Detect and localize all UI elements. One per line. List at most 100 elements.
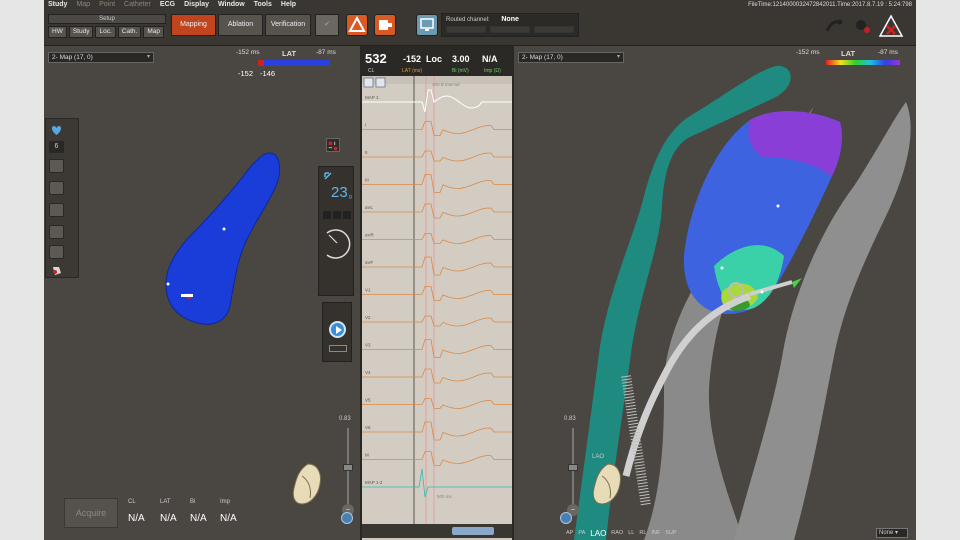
channel-label[interactable]: V2 (365, 315, 371, 320)
file-time-readout: FileTime:1214000032472842011.Time:2017.8… (748, 2, 912, 8)
metric-imp-label: Imp (220, 499, 231, 505)
menu-window[interactable]: Window (218, 1, 245, 12)
point-metrics: CL N/A LAT N/A Bi N/A Imp N/A (128, 499, 258, 529)
alert-triangle-icon[interactable] (346, 14, 368, 36)
mapping-mode-button[interactable]: Mapping (171, 14, 216, 36)
subtab-study[interactable]: Study (68, 26, 94, 38)
right-zoom-slider[interactable]: 0.83 − (564, 416, 580, 516)
left-map-viewport[interactable]: 2- Map (17, 0) ▾ -152 ms LAT -87 ms -152… (44, 46, 360, 540)
view-preset-pa[interactable]: PA (578, 530, 585, 536)
channel-label[interactable]: I (365, 123, 366, 128)
right-map-selector[interactable]: 2- Map (17, 0) ▾ (518, 52, 624, 63)
heart-orientation-icon[interactable] (588, 460, 628, 508)
channel-label[interactable]: V1 (365, 288, 371, 293)
scrollbar-thumb[interactable] (452, 527, 494, 535)
right-map-viewport[interactable]: 2- Map (17, 0) ▾ -152 ms LAT -87 ms 0.83… (514, 46, 916, 540)
view-preset-rl[interactable]: RL (639, 530, 646, 536)
metric-cl-label: CL (128, 499, 136, 505)
acquire-button[interactable]: Acquire (64, 498, 118, 528)
bipolar-label: Bi (mV) (452, 68, 469, 74)
slider-knob[interactable] (343, 464, 353, 471)
channel-label[interactable]: V5 (365, 398, 371, 403)
menu-point[interactable]: Point (99, 1, 115, 12)
expand-icon[interactable] (363, 77, 374, 88)
menu-tools[interactable]: Tools (254, 1, 272, 12)
channel-label[interactable]: V3 (365, 343, 371, 348)
arrow-up-left-icon[interactable] (323, 171, 333, 181)
menu-ecg[interactable]: ECG (160, 1, 175, 12)
screen-display-icon[interactable] (416, 14, 438, 36)
subtab-cath[interactable]: Cath. (117, 26, 142, 38)
lat-color-bar[interactable] (826, 60, 900, 65)
rotation-control-panel: 23 g (318, 166, 354, 296)
electrogram-header: 532 -152 Loc 3.00 N/A CL LAT (ms) Bi (mV… (362, 46, 512, 76)
top-toolbar: Study Map Point Catheter ECG Display Win… (44, 0, 916, 46)
routed-channel-value[interactable]: None (501, 16, 519, 23)
view-preset-lao[interactable]: LAO (590, 529, 606, 538)
record-icon[interactable] (374, 14, 396, 36)
view-reset-button[interactable] (341, 512, 353, 524)
view-reset-button[interactable] (560, 512, 572, 524)
menu-display[interactable]: Display (184, 1, 209, 12)
rotation-dial-icon[interactable] (321, 225, 353, 261)
metric-lat-value: N/A (160, 513, 177, 524)
channel-label[interactable]: II (365, 150, 368, 155)
menu-study[interactable]: Study (48, 1, 67, 12)
channel-label[interactable]: III (365, 178, 369, 183)
electrogram-scrollbar[interactable] (362, 524, 512, 538)
view-preset-sup[interactable]: SUP (665, 530, 676, 536)
overlay-selector[interactable]: None ▾ (876, 528, 908, 538)
lat-min-label: -152 ms (796, 49, 820, 56)
slider-knob[interactable] (568, 464, 578, 471)
channel-label[interactable]: aVR (365, 233, 375, 238)
routed-slot[interactable] (446, 26, 486, 33)
channel-label[interactable]: aVL (365, 205, 374, 210)
subtab-hw[interactable]: HW (48, 26, 67, 38)
view-preset-inf[interactable]: INF (651, 530, 660, 536)
right-map-selector-text: 2- Map (17, 0) (522, 54, 563, 61)
routed-slot[interactable] (534, 26, 574, 33)
routed-slot[interactable] (490, 26, 530, 33)
setup-subtabs: HW Study Loc. Cath. Map (48, 26, 164, 38)
catheter-status-icon[interactable] (824, 16, 844, 36)
warning-icon[interactable] (878, 14, 904, 38)
electrogram-panel: 532 -152 Loc 3.00 N/A CL LAT (ms) Bi (mV… (360, 46, 514, 540)
lat-label: LAT (ms) (402, 68, 423, 74)
channel-label[interactable]: MAP 1 (365, 95, 379, 100)
menu-map[interactable]: Map (76, 1, 90, 12)
carto-app-window: Study Map Point Catheter ECG Display Win… (44, 0, 916, 540)
collapse-icon[interactable] (375, 77, 386, 88)
channel-label[interactable]: aVF (365, 260, 374, 265)
interval-note: 100 B interval (432, 82, 460, 87)
menu-help[interactable]: Help (281, 1, 296, 12)
map-grid-icon[interactable] (326, 138, 340, 152)
zoom-value: 0.83 (564, 416, 576, 422)
heart-orientation-icon[interactable] (288, 460, 328, 508)
view-preset-ll[interactable]: LL (628, 530, 634, 536)
playback-mode-toggle[interactable] (329, 345, 347, 352)
play-button[interactable] (329, 321, 346, 338)
chevron-down-icon: ▾ (616, 54, 620, 60)
subtab-map[interactable]: Map (143, 26, 164, 38)
metric-imp: Imp N/A (220, 499, 250, 524)
channel-label[interactable]: MAP 1-2 (365, 480, 383, 485)
view-preset-rao[interactable]: RAO (611, 530, 623, 536)
impedance-label: Imp (Ω) (484, 68, 501, 74)
channel-label[interactable]: V4 (365, 370, 371, 375)
cycle-length-label: CL (368, 68, 375, 74)
electrogram-traces[interactable]: 100 B interval MAP 1IIIIIIaVLaVRaVFV1V2V… (362, 76, 512, 524)
subtab-loc[interactable]: Loc. (95, 26, 116, 38)
ablation-mode-button[interactable]: Ablation (218, 14, 263, 36)
counter-unit: g (349, 194, 352, 200)
left-zoom-slider[interactable]: 0.83 − (339, 416, 355, 516)
menu-catheter[interactable]: Catheter (124, 1, 151, 12)
disabled-tool-button[interactable]: ✔ (315, 14, 339, 36)
channel-label[interactable]: V6 (365, 425, 371, 430)
view-preset-bar: AP PA LAO RAO LL RL INF SUP (566, 528, 866, 538)
channel-label[interactable]: M (365, 453, 369, 458)
left-chamber-shell[interactable] (165, 152, 281, 325)
lat-title: LAT (841, 49, 856, 58)
view-preset-ap[interactable]: AP (566, 530, 573, 536)
location-status-icon[interactable] (852, 16, 872, 36)
verification-mode-button[interactable]: Verification (265, 14, 311, 36)
